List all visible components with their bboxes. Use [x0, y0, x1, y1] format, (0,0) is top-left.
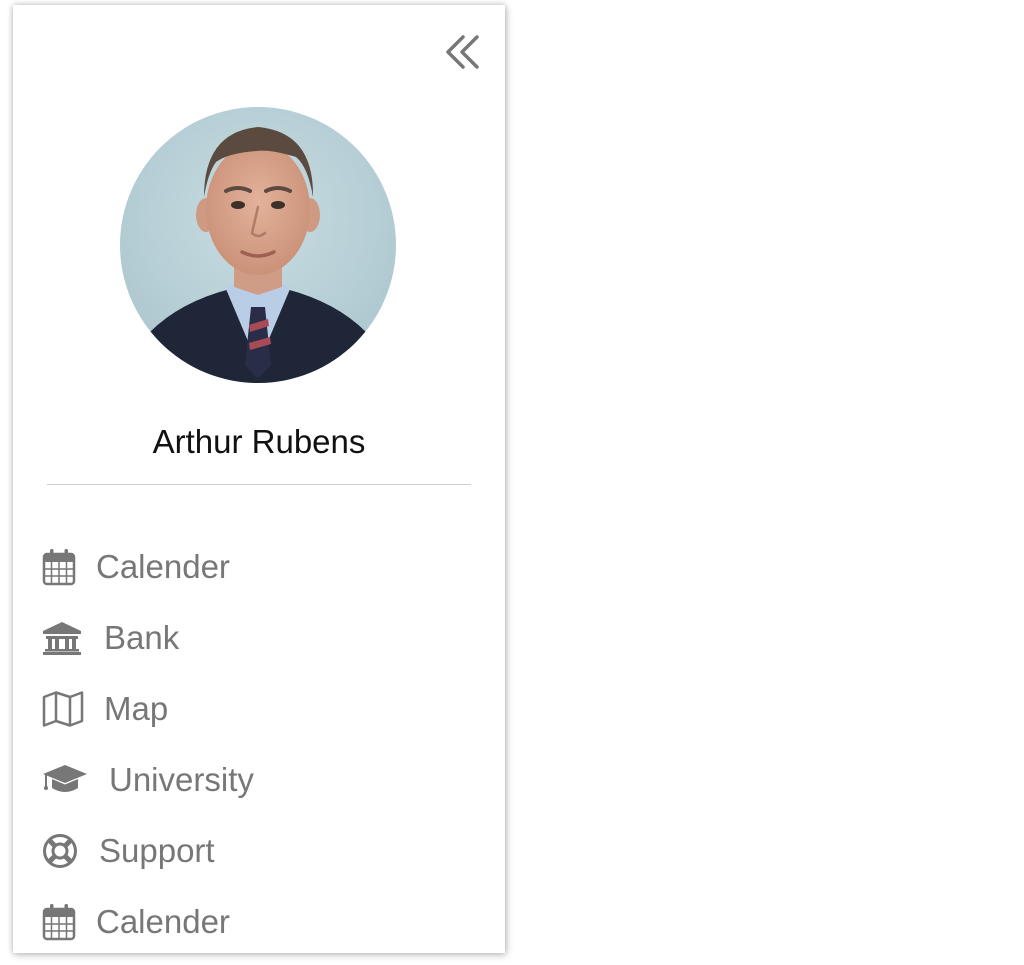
user-name: Arthur Rubens [152, 423, 366, 460]
bank-icon [42, 618, 82, 658]
sidebar-item-calender[interactable]: Calender [13, 886, 505, 957]
sidebar-item-bank[interactable]: Bank [13, 602, 505, 673]
collapse-sidebar-button[interactable] [443, 31, 491, 79]
divider [47, 484, 471, 485]
sidebar-item-label: Calender [96, 902, 230, 940]
life-ring-icon [42, 831, 78, 871]
map-icon [42, 689, 84, 729]
sidebar-item-label: Map [104, 689, 169, 727]
profile-photo [120, 107, 396, 383]
sidebar-item-label: Calender [96, 547, 230, 585]
calendar-icon [42, 547, 76, 587]
sidebar-item-map[interactable]: Map [13, 673, 505, 744]
avatar [120, 107, 396, 383]
sidebar-item-label: Support [99, 831, 215, 869]
graduation-cap-icon [42, 760, 88, 800]
double-chevron-left-icon [446, 35, 479, 69]
sidebar-item-label: Bank [104, 618, 180, 656]
sidebar-menu: Calender Bank Map University Support Cal… [13, 531, 505, 957]
sidebar-item-university[interactable]: University [13, 744, 505, 815]
sidebar-item-support[interactable]: Support [13, 815, 505, 886]
sidebar-item-label: University [109, 760, 254, 798]
calendar-icon [42, 902, 76, 942]
sidebar-panel: Arthur Rubens Calender Bank Map Universi… [13, 5, 505, 953]
sidebar-item-calender[interactable]: Calender [13, 531, 505, 602]
